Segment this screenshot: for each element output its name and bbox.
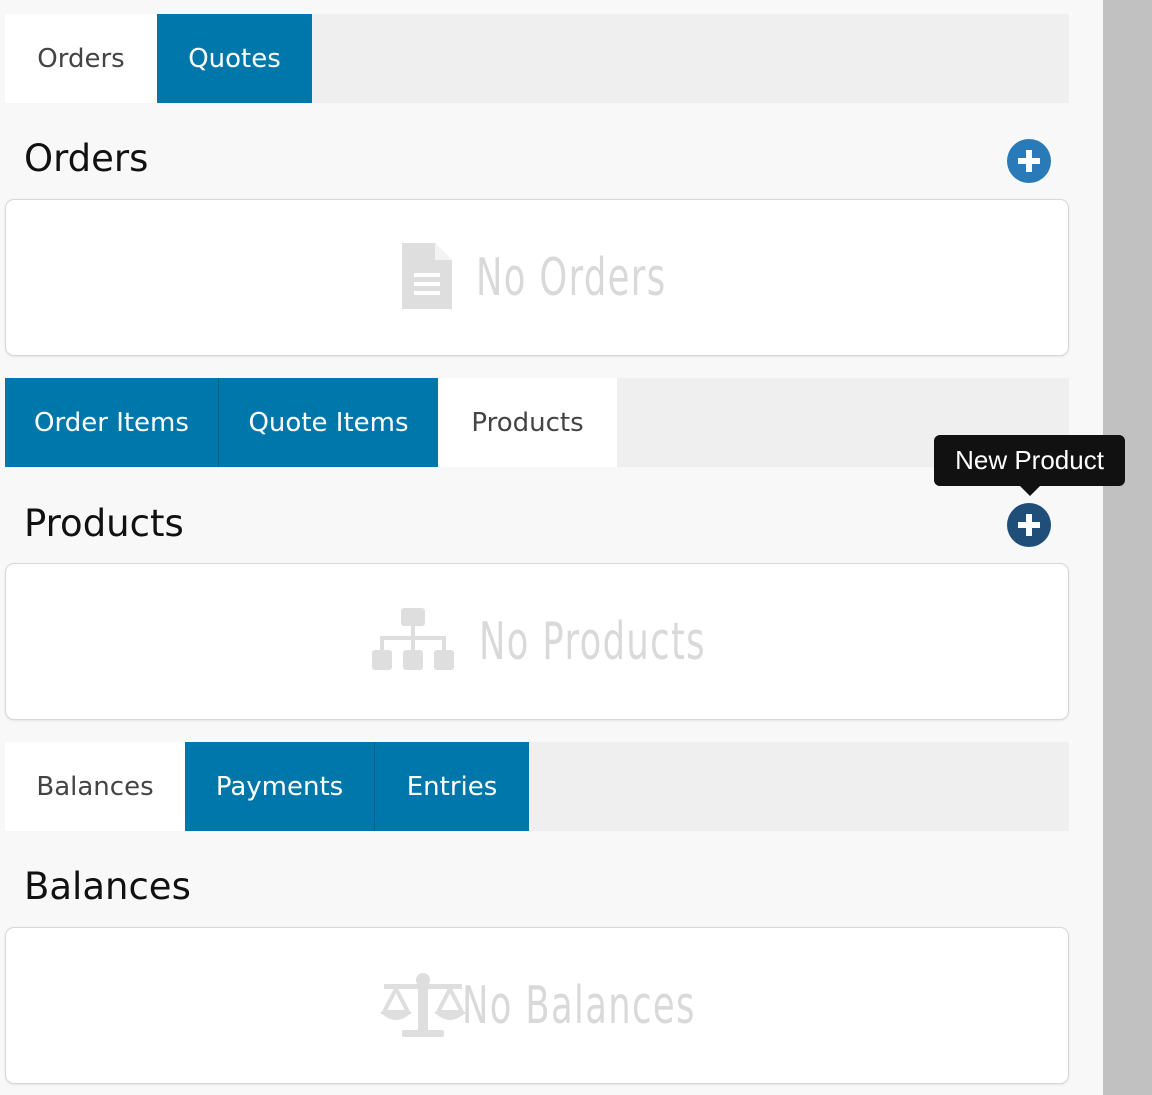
- orders-title: Orders: [24, 137, 149, 180]
- document-icon: [402, 243, 452, 309]
- add-order-button[interactable]: [1007, 139, 1051, 183]
- tab-entries[interactable]: Entries: [374, 742, 529, 831]
- balances-title: Balances: [24, 865, 191, 908]
- new-product-tooltip: New Product: [934, 435, 1125, 486]
- products-empty-text: No Products: [479, 611, 706, 672]
- tab-products[interactable]: Products: [438, 378, 617, 467]
- balances-panel: No Balances: [5, 927, 1069, 1084]
- tab-payments[interactable]: Payments: [185, 742, 374, 831]
- sitemap-icon: [372, 608, 454, 670]
- tab-order-items[interactable]: Order Items: [5, 378, 218, 467]
- balances-tabbar: Balances Payments Entries: [5, 742, 1069, 831]
- tab-balances[interactable]: Balances: [5, 742, 185, 831]
- scrollbar-track[interactable]: [1103, 0, 1152, 1095]
- balances-empty-state: No Balances: [462, 928, 806, 1083]
- plus-icon: [1018, 150, 1040, 172]
- orders-empty-text: No Orders: [476, 247, 667, 308]
- balances-empty-text: No Balances: [462, 975, 696, 1036]
- products-title: Products: [24, 502, 184, 545]
- items-tabbar: Order Items Quote Items Products: [5, 378, 1069, 467]
- orders-empty-state: No Orders: [476, 200, 756, 355]
- tooltip-arrow: [1020, 486, 1040, 496]
- products-empty-state: No Products: [479, 564, 813, 719]
- products-panel: No Products: [5, 563, 1069, 720]
- orders-tabbar: Orders Quotes: [5, 14, 1069, 103]
- add-product-button[interactable]: [1007, 503, 1051, 547]
- tab-quote-items[interactable]: Quote Items: [218, 378, 438, 467]
- tab-orders[interactable]: Orders: [5, 14, 157, 103]
- orders-panel: No Orders: [5, 199, 1069, 356]
- balance-scale-icon: [380, 973, 466, 1037]
- plus-icon: [1018, 514, 1040, 536]
- tab-quotes[interactable]: Quotes: [157, 14, 312, 103]
